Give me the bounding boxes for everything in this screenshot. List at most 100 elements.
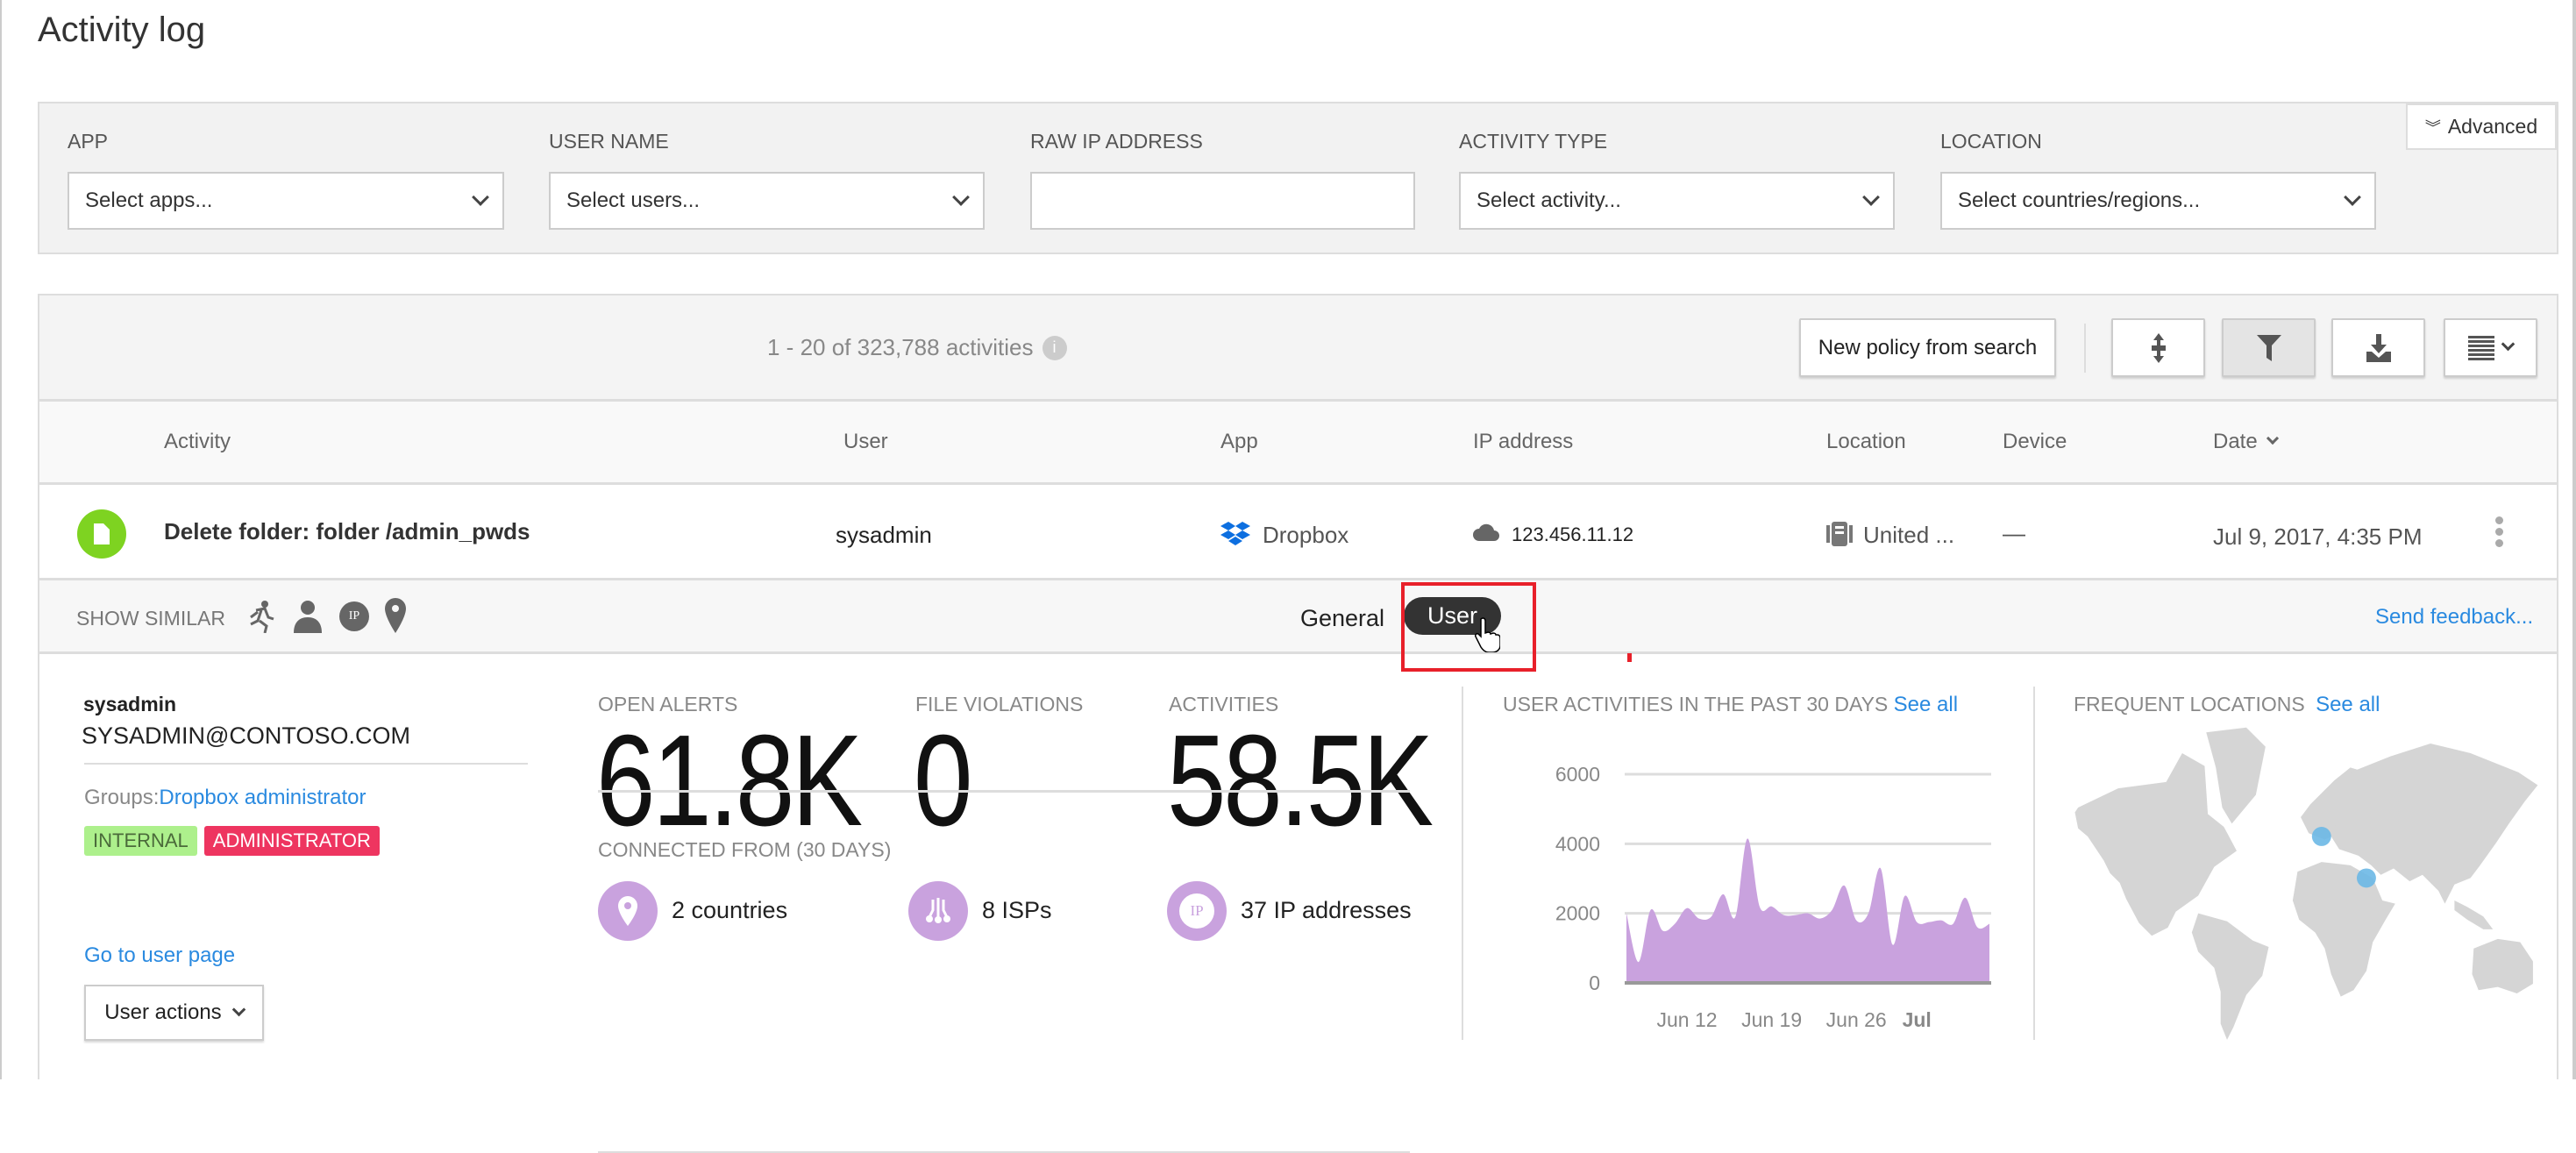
activity-filter-label: ACTIVITY TYPE [1459, 130, 1608, 153]
africa [2292, 862, 2395, 997]
isp-network-icon [908, 881, 968, 941]
export-button[interactable] [2331, 318, 2425, 377]
activity-runner-icon[interactable] [246, 600, 275, 633]
ip-filter-label: RAW IP ADDRESS [1030, 130, 1203, 153]
filter-toggle-button[interactable] [2222, 318, 2316, 377]
user-email: SYSADMIN@CONTOSO.COM [82, 722, 410, 749]
app-select-value: Select apps... [85, 189, 213, 212]
table-row[interactable]: Delete folder: folder /admin_pwds sysadm… [39, 485, 2557, 580]
location-filter-label: LOCATION [1940, 130, 2042, 153]
y-tick-label: 4000 [1555, 832, 1600, 855]
internal-badge: INTERNAL [84, 826, 197, 856]
location-select-value: Select countries/regions... [1958, 189, 2201, 212]
toolbar-divider [2084, 324, 2086, 373]
highlight-box [1401, 582, 1536, 672]
x-tick-label: Jun 19 [1741, 1008, 1802, 1031]
column-location[interactable]: Location [1826, 430, 1906, 454]
open-alerts-value[interactable]: 61.8K [596, 707, 863, 856]
hand-cursor-icon [1475, 617, 1500, 652]
groups-label: Groups: [84, 786, 160, 809]
results-toolbar: 1 - 20 of 323,788 activities i New policy… [39, 295, 2557, 402]
double-chevron-down-icon: ︾ [2424, 118, 2441, 137]
continents [2074, 727, 2538, 1040]
expand-collapse-icon [2151, 332, 2166, 363]
ip-text: 123.456.11.12 [1512, 523, 1634, 545]
column-date[interactable]: Date [2213, 430, 2279, 454]
user-select[interactable]: Select users... [549, 172, 985, 230]
australia [2472, 938, 2533, 993]
download-icon [2366, 333, 2391, 362]
column-ip[interactable]: IP address [1473, 430, 1573, 454]
greenland [2206, 727, 2266, 824]
chevron-down-icon [2344, 189, 2361, 206]
ip-input[interactable] [1030, 172, 1415, 230]
activity-area [1626, 838, 1989, 983]
location-cell: United ... [1826, 522, 1954, 549]
world-map [2074, 727, 2538, 1040]
filter-panel: APP Select apps... USER NAME Select user… [38, 102, 2558, 254]
go-to-user-page-link[interactable]: Go to user page [84, 943, 235, 968]
chevron-down-icon [2501, 337, 2516, 352]
isps-count[interactable]: 8 ISPs [982, 897, 1052, 924]
location-pin-icon[interactable] [385, 598, 406, 633]
activity-type-select[interactable]: Select activity... [1459, 172, 1895, 230]
result-count: 1 - 20 of 323,788 activities i [767, 334, 1067, 361]
filter-icon [2256, 334, 2281, 361]
location-pin-icon [598, 881, 658, 941]
user-icon[interactable] [294, 600, 322, 633]
user-cell[interactable]: sysadmin [836, 522, 932, 549]
file-activity-icon [77, 509, 126, 559]
ip-cell[interactable]: 123.456.11.12 [1473, 523, 1633, 546]
column-date-label: Date [2213, 430, 2258, 453]
app-select[interactable]: Select apps... [68, 172, 504, 230]
send-feedback-link[interactable]: Send feedback... [2375, 605, 2533, 630]
chevron-down-icon [231, 1002, 246, 1016]
show-similar-label: SHOW SIMILAR [76, 607, 225, 630]
x-tick-label: Jun 26 [1826, 1008, 1887, 1031]
column-device[interactable]: Device [2003, 430, 2067, 454]
ip-icon[interactable]: IP [339, 601, 369, 631]
location-text: United ... [1863, 522, 1955, 548]
x-tick-label: Jun 12 [1656, 1008, 1717, 1031]
activities-value[interactable]: 58.5K [1167, 707, 1434, 856]
file-violations-value[interactable]: 0 [914, 707, 973, 856]
ip-address-icon: IP [1167, 881, 1227, 941]
islands [2454, 900, 2494, 929]
sort-desc-icon [2266, 431, 2279, 445]
activity-select-value: Select activity... [1477, 189, 1621, 212]
user-actions-label: User actions [104, 1000, 222, 1024]
ip-addresses-count[interactable]: 37 IP addresses [1241, 897, 1412, 924]
building-icon [1826, 522, 1853, 546]
red-mark [1627, 653, 1632, 662]
user-activities-chart: 0 2000 4000 6000 Jun 12 Jun 19 Jun 26 Jul [1555, 763, 1991, 1031]
location-select[interactable]: Select countries/regions... [1940, 172, 2376, 230]
new-policy-button[interactable]: New policy from search [1799, 318, 2056, 377]
column-activity[interactable]: Activity [164, 430, 231, 454]
columns-menu-button[interactable] [2444, 318, 2537, 377]
user-name: sysadmin [83, 693, 177, 715]
advanced-button[interactable]: ︾ Advanced [2406, 103, 2557, 150]
column-app[interactable]: App [1220, 430, 1258, 454]
locations-see-all-link[interactable]: See all [2316, 693, 2380, 716]
expand-collapse-button[interactable] [2111, 318, 2205, 377]
activity-see-all-link[interactable]: See all [1894, 693, 1958, 716]
advanced-label: Advanced [2447, 115, 2538, 138]
x-tick-label: Jul [1903, 1008, 1932, 1031]
administrator-badge: ADMINISTRATOR [203, 826, 380, 856]
divider [84, 763, 528, 765]
user-actions-button[interactable]: User actions [84, 985, 264, 1041]
y-tick-label: 0 [1589, 972, 1600, 994]
countries-count[interactable]: 2 countries [672, 897, 787, 924]
column-user[interactable]: User [843, 430, 888, 454]
info-icon[interactable]: i [1042, 335, 1067, 360]
location-marker-middle-east[interactable] [2356, 868, 2376, 888]
device-cell: — [2003, 520, 2025, 546]
tab-general[interactable]: General [1300, 605, 1384, 632]
show-similar-bar: SHOW SIMILAR IP General User Send feedba… [39, 580, 2557, 672]
y-tick-label: 2000 [1555, 902, 1600, 925]
dropbox-icon [1220, 522, 1250, 545]
more-options-icon[interactable] [2495, 516, 2504, 547]
location-marker-europe[interactable] [2311, 826, 2331, 846]
user-details-panel: sysadmin SYSADMIN@CONTOSO.COM Groups:Dro… [39, 654, 2557, 1153]
group-link[interactable]: Dropbox administrator [159, 786, 366, 809]
